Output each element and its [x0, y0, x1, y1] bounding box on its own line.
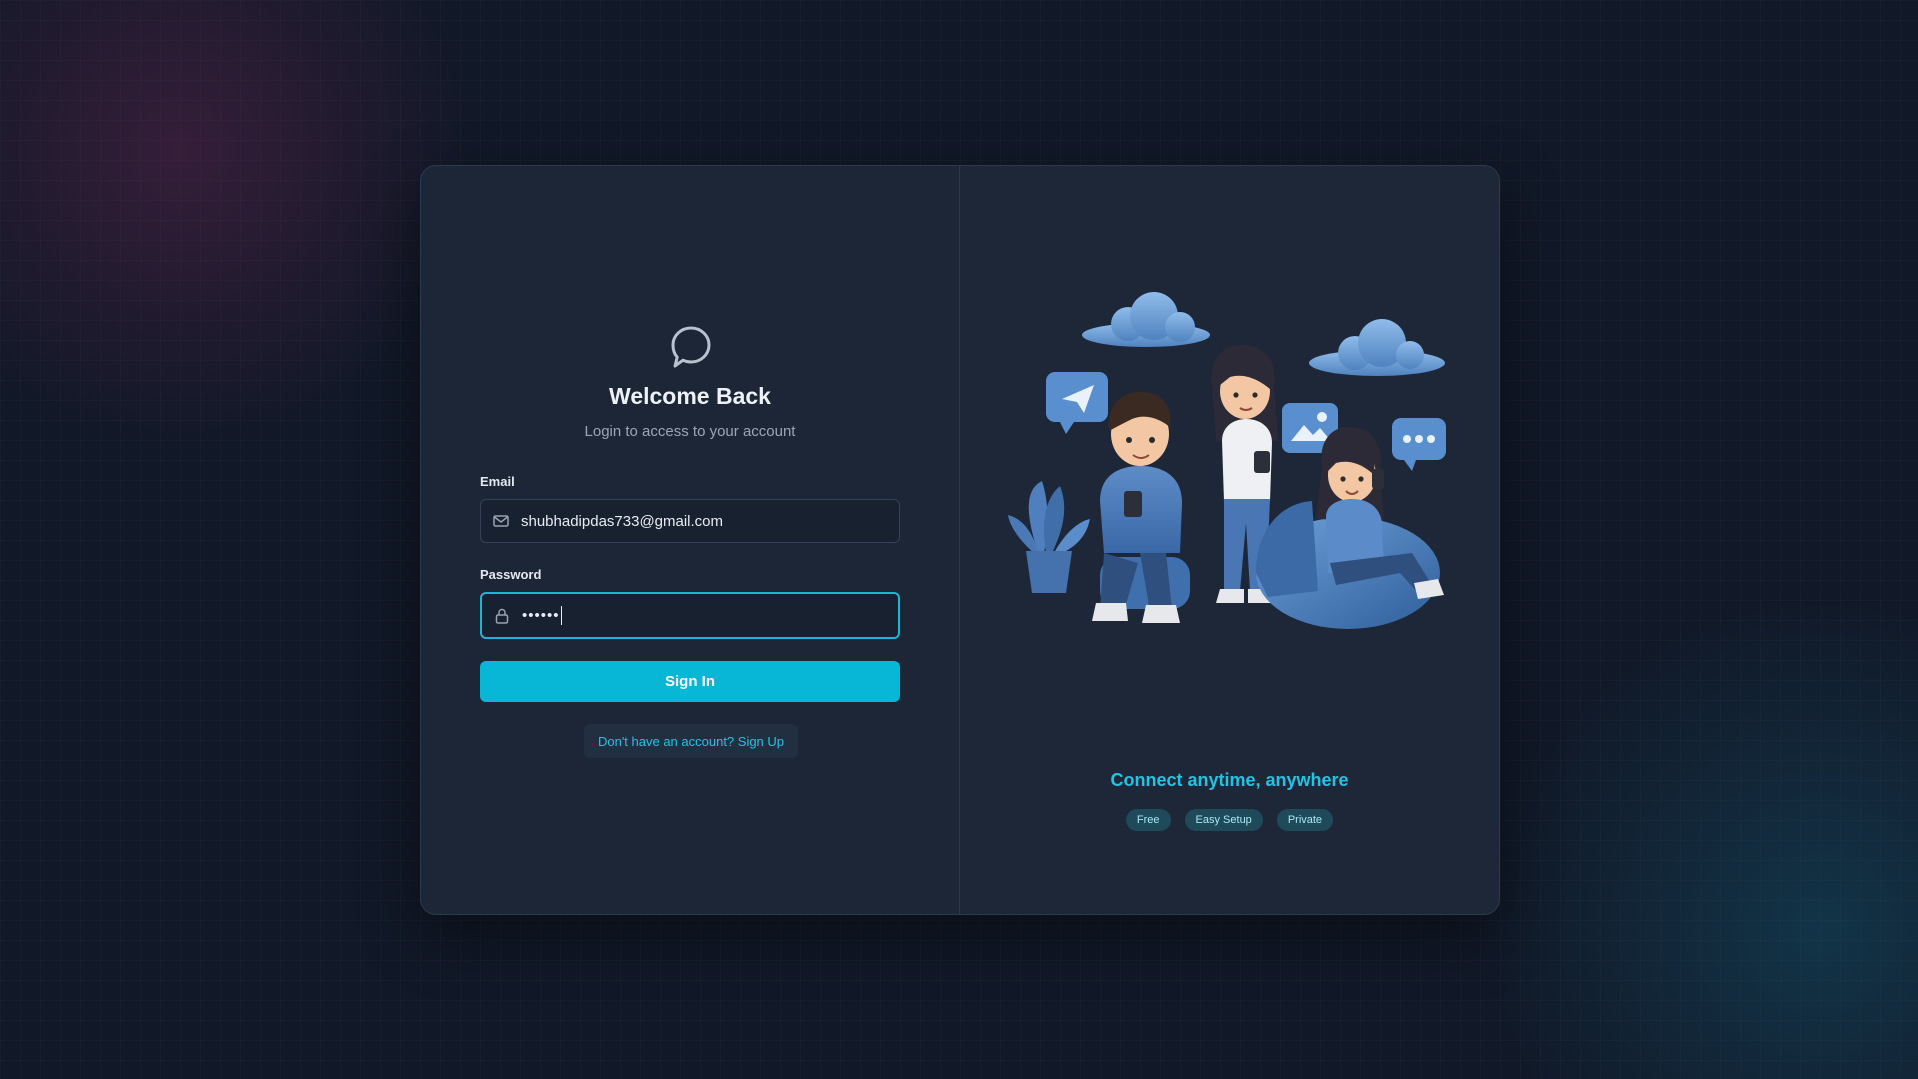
- badge-easy-setup: Easy Setup: [1184, 809, 1263, 831]
- promo-tagline: Connect anytime, anywhere: [1110, 770, 1349, 790]
- email-field[interactable]: shubhadipdas733@gmail.com: [480, 499, 900, 543]
- badge-private: Private: [1276, 809, 1334, 831]
- password-label: Password: [480, 567, 542, 582]
- promo-panel: Connect anytime, anywhere Free Easy Setu…: [960, 166, 1499, 914]
- send-icon: [1046, 372, 1108, 434]
- password-field[interactable]: ••••••: [480, 592, 900, 639]
- sign-up-link[interactable]: Don't have an account? Sign Up: [584, 724, 798, 758]
- page-title: Welcome Back: [609, 383, 771, 409]
- feature-badges: Free Easy Setup Private: [960, 809, 1499, 831]
- plant-illustration: [1008, 481, 1090, 593]
- sign-in-button[interactable]: Sign In: [480, 661, 900, 702]
- password-value: ••••••: [522, 606, 562, 625]
- cloud-icon: [1309, 319, 1445, 376]
- email-value: shubhadipdas733@gmail.com: [521, 512, 724, 530]
- login-panel: Welcome Back Login to access to your acc…: [421, 166, 960, 914]
- chat-bubble-icon: [671, 326, 711, 368]
- password-dots: ••••••: [522, 607, 560, 624]
- page-subtitle: Login to access to your account: [584, 423, 796, 440]
- person-illustration: [1092, 391, 1190, 623]
- lock-icon: [482, 594, 522, 637]
- mail-icon: [481, 500, 521, 542]
- login-card: Welcome Back Login to access to your acc…: [420, 165, 1500, 915]
- chat-bubble-icon: [1392, 418, 1446, 471]
- cloud-icon: [1082, 292, 1210, 347]
- people-chatting-illustration: [1008, 292, 1446, 629]
- text-caret: [560, 606, 562, 625]
- badge-free: Free: [1125, 809, 1171, 831]
- email-label: Email: [480, 474, 515, 489]
